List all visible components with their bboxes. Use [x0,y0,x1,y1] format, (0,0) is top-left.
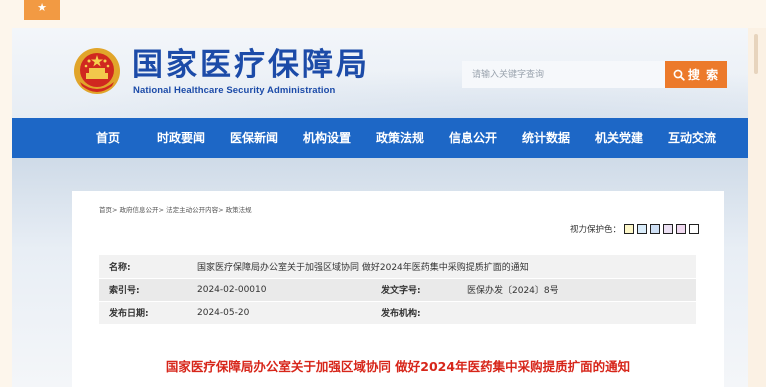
nav-item-news[interactable]: 医保新闻 [230,118,278,158]
search-icon [673,69,685,81]
breadcrumb-separator: > [112,206,118,214]
nav-item-party[interactable]: 机关党建 [595,118,643,158]
nav-item-policy[interactable]: 政策法规 [376,118,424,158]
star-icon: ★ [37,1,47,14]
nav-item-politics[interactable]: 时政要闻 [157,118,205,158]
nav-item-organization[interactable]: 机构设置 [303,118,351,158]
breadcrumb-separator: > [218,206,224,214]
table-row: 发布日期: 2024-05-20 发布机构: [99,301,696,325]
swatch-light-blue[interactable] [637,224,648,234]
swatch-blue[interactable] [650,224,661,234]
nav-item-statistics[interactable]: 统计数据 [522,118,570,158]
name-value: 国家医疗保障局办公室关于加强区域协同 做好2024年医药集中采购提质扩面的通知 [187,255,696,279]
doc-number-value: 医保办发〔2024〕8号 [457,278,696,302]
main-nav: 首页 时政要闻 医保新闻 机构设置 政策法规 信息公开 统计数据 机关党建 互动… [12,118,748,158]
nav-item-home[interactable]: 首页 [96,118,120,158]
scrollbar[interactable] [748,28,766,387]
site-title[interactable]: 国家医疗保障局 [132,45,370,85]
national-emblem-icon [74,48,120,94]
table-row: 索引号: 2024-02-00010 发文字号: 医保办发〔2024〕8号 [99,278,696,302]
search-input[interactable] [462,61,665,88]
document-meta-table: 名称: 国家医疗保障局办公室关于加强区域协同 做好2024年医药集中采购提质扩面… [99,255,696,325]
search-button-label: 搜 索 [687,68,720,82]
breadcrumb-home[interactable]: 首页 [99,206,112,214]
site-subtitle: National Healthcare Security Administrat… [133,85,336,96]
org-label: 发布机构: [371,301,457,325]
site-header: 国家医疗保障局 National Healthcare Security Adm… [12,28,748,118]
doc-number-label: 发文字号: [371,278,457,302]
breadcrumb: 首页> 政府信息公开> 法定主动公开内容> 政策法规 [99,204,252,214]
corner-badge: ★ [24,0,60,20]
article-panel: 首页> 政府信息公开> 法定主动公开内容> 政策法规 视力保护色： 名称: 国家… [72,191,724,387]
swatch-pink[interactable] [676,224,687,234]
article-title: 国家医疗保障局办公室关于加强区域协同 做好2024年医药集中采购提质扩面的通知 [165,359,631,374]
breadcrumb-statutory[interactable]: 法定主动公开内容 [166,206,218,214]
table-row: 名称: 国家医疗保障局办公室关于加强区域协同 做好2024年医药集中采购提质扩面… [99,255,696,279]
color-protect-bar: 视力保护色： [570,223,700,235]
date-label: 发布日期: [99,301,187,325]
search-button[interactable]: 搜 索 [665,61,727,88]
color-protect-label: 视力保护色： [570,225,622,235]
breadcrumb-disclosure[interactable]: 政府信息公开 [120,206,159,214]
org-value [457,301,696,325]
swatch-lavender[interactable] [663,224,674,234]
breadcrumb-policy[interactable]: 政策法规 [226,206,252,214]
page-frame: 国家医疗保障局 National Healthcare Security Adm… [12,28,748,387]
index-value: 2024-02-00010 [187,278,371,302]
swatch-white[interactable] [689,224,700,234]
date-value: 2024-05-20 [187,301,371,325]
scrollbar-thumb[interactable] [754,34,758,74]
swatch-yellow[interactable] [624,224,635,234]
nav-item-disclosure[interactable]: 信息公开 [449,118,497,158]
name-label: 名称: [99,255,187,279]
breadcrumb-separator: > [158,206,164,214]
nav-item-interaction[interactable]: 互动交流 [668,118,716,158]
index-label: 索引号: [99,278,187,302]
